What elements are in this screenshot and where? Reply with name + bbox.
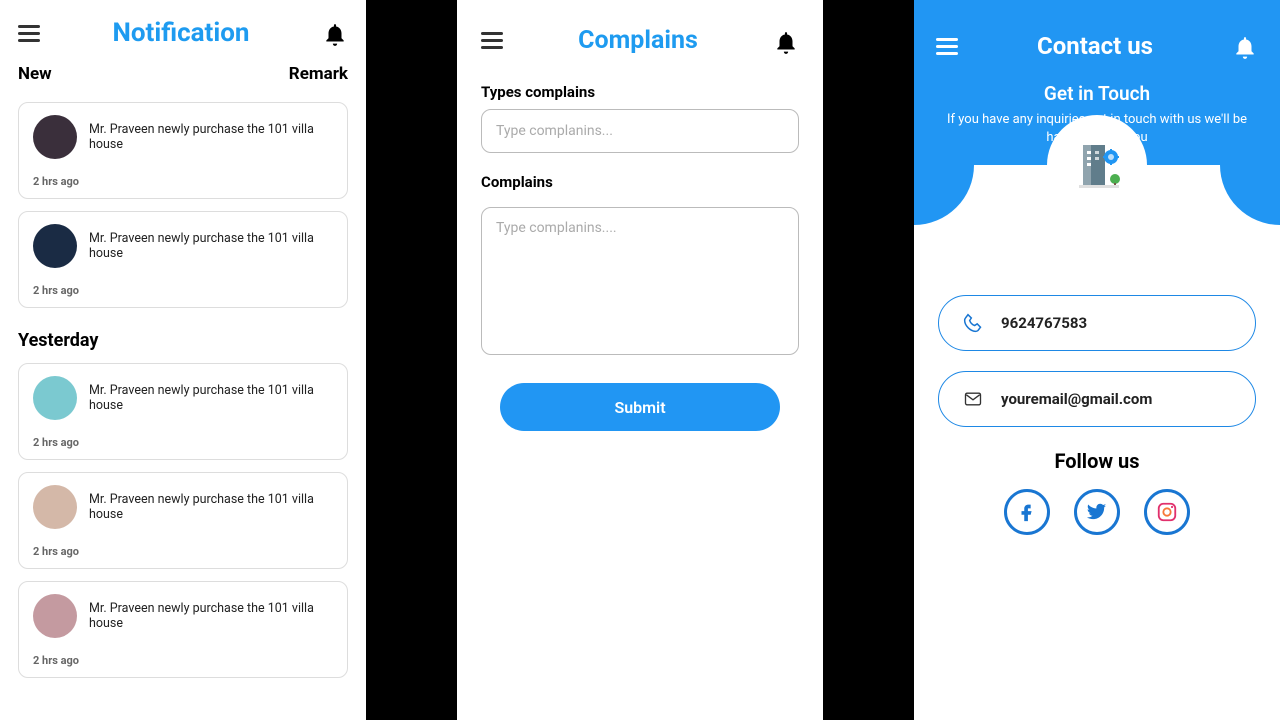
notification-card[interactable]: Mr. Praveen newly purchase the 101 villa… — [18, 472, 348, 569]
notification-text: Mr. Praveen newly purchase the 101 villa… — [89, 122, 333, 152]
email-row[interactable]: youremail@gmail.com — [938, 371, 1256, 427]
complain-form: Types complains Complains Submit — [457, 73, 823, 441]
notification-card[interactable]: Mr. Praveen newly purchase the 101 villa… — [18, 363, 348, 460]
new-label: New — [18, 64, 52, 84]
notification-time: 2 hrs ago — [33, 545, 333, 558]
notification-time: 2 hrs ago — [33, 175, 333, 188]
social-row — [938, 489, 1256, 535]
notification-text: Mr. Praveen newly purchase the 101 villa… — [89, 383, 333, 413]
facebook-icon[interactable] — [1004, 489, 1050, 535]
menu-icon[interactable] — [481, 32, 503, 49]
avatar — [33, 594, 77, 638]
avatar — [33, 115, 77, 159]
contact-body: 9624767583 youremail@gmail.com Follow us — [914, 225, 1280, 535]
avatar — [33, 224, 77, 268]
submit-button[interactable]: Submit — [500, 383, 780, 431]
complains-label: Complains — [481, 173, 799, 191]
notification-time: 2 hrs ago — [33, 436, 333, 449]
notification-card[interactable]: Mr. Praveen newly purchase the 101 villa… — [18, 102, 348, 199]
twitter-icon[interactable] — [1074, 489, 1120, 535]
types-label: Types complains — [481, 83, 799, 101]
header: Contact us — [914, 18, 1280, 74]
header-section: Contact us Get in Touch If you have any … — [914, 0, 1280, 225]
menu-icon[interactable] — [936, 38, 958, 55]
notification-text: Mr. Praveen newly purchase the 101 villa… — [89, 231, 333, 261]
contact-screen: Contact us Get in Touch If you have any … — [914, 0, 1280, 720]
menu-icon[interactable] — [18, 25, 40, 42]
notification-card[interactable]: Mr. Praveen newly purchase the 101 villa… — [18, 581, 348, 678]
types-input[interactable] — [481, 109, 799, 153]
header: Complains — [457, 0, 823, 73]
instagram-icon[interactable] — [1144, 489, 1190, 535]
bell-icon[interactable] — [773, 28, 799, 54]
tagline: Get in Touch — [914, 82, 1280, 105]
notification-time: 2 hrs ago — [33, 284, 333, 297]
notification-text: Mr. Praveen newly purchase the 101 villa… — [89, 492, 333, 522]
notification-card[interactable]: Mr. Praveen newly purchase the 101 villa… — [18, 211, 348, 308]
section-headers: New Remark — [0, 56, 366, 96]
page-title: Notification — [113, 18, 250, 48]
avatar — [33, 376, 77, 420]
page-title: Contact us — [1037, 32, 1153, 60]
bell-icon[interactable] — [322, 20, 348, 46]
follow-label: Follow us — [938, 449, 1256, 473]
notification-time: 2 hrs ago — [33, 654, 333, 667]
notification-text: Mr. Praveen newly purchase the 101 villa… — [89, 601, 333, 631]
avatar — [33, 485, 77, 529]
phone-row[interactable]: 9624767583 — [938, 295, 1256, 351]
page-title: Complains — [578, 26, 698, 55]
building-icon — [1047, 115, 1147, 215]
yesterday-label: Yesterday — [0, 320, 366, 357]
bell-icon[interactable] — [1232, 33, 1258, 59]
complains-screen: Complains Types complains Complains Subm… — [457, 0, 823, 720]
notification-screen: Notification New Remark Mr. Praveen newl… — [0, 0, 366, 720]
header: Notification — [0, 0, 366, 56]
complains-textarea[interactable] — [481, 207, 799, 355]
phone-value: 9624767583 — [1001, 314, 1087, 332]
phone-icon — [963, 313, 983, 333]
mail-icon — [963, 389, 983, 409]
email-value: youremail@gmail.com — [1001, 390, 1152, 408]
remark-label: Remark — [289, 64, 348, 84]
